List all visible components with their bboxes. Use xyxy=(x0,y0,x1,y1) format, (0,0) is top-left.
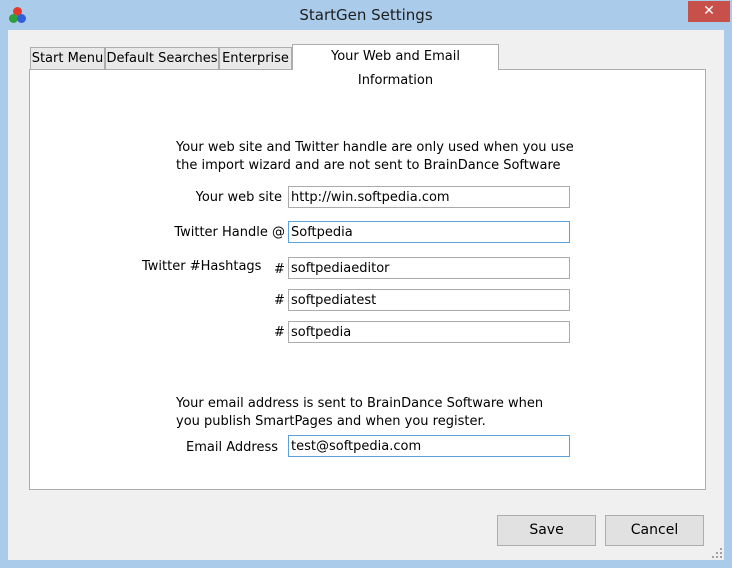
tab-start-menu[interactable]: Start Menu xyxy=(30,47,105,69)
save-button[interactable]: Save xyxy=(497,515,596,546)
window-title: StartGen Settings xyxy=(299,6,433,24)
hashtag-field-1[interactable] xyxy=(288,257,570,279)
web-intro-line-2: the import wizard and are not sent to Br… xyxy=(176,158,561,173)
email-intro-line-1: Your email address is sent to BrainDance… xyxy=(176,396,544,411)
hashtags-label: Twitter #Hashtags xyxy=(142,259,262,274)
resize-grip[interactable] xyxy=(712,548,722,558)
email-field[interactable] xyxy=(288,435,570,457)
close-button[interactable]: ✕ xyxy=(688,1,730,22)
title-bar[interactable]: StartGen Settings ✕ xyxy=(0,0,732,30)
tab-enterprise[interactable]: Enterprise xyxy=(219,47,292,69)
tab-default-searches[interactable]: Default Searches xyxy=(105,47,219,69)
settings-window: StartGen Settings ✕ Start Menu Default S… xyxy=(0,0,732,568)
hash-symbol-1: # xyxy=(274,262,285,277)
hash-symbol-2: # xyxy=(274,293,285,308)
twitter-handle-field[interactable] xyxy=(288,221,570,243)
hash-symbol-3: # xyxy=(274,325,285,340)
hashtag-field-2[interactable] xyxy=(288,289,570,311)
twitter-handle-label: Twitter Handle @ xyxy=(174,225,285,240)
client-area: Start Menu Default Searches Enterprise Y… xyxy=(8,30,724,560)
hashtag-field-3[interactable] xyxy=(288,321,570,343)
tab-panel: Your web site and Twitter handle are onl… xyxy=(29,69,706,490)
tab-web-email-info[interactable]: Your Web and Email Information xyxy=(292,44,499,88)
web-intro-line-1: Your web site and Twitter handle are onl… xyxy=(176,140,574,155)
website-field[interactable] xyxy=(288,186,570,208)
cancel-button[interactable]: Cancel xyxy=(605,515,704,546)
email-label: Email Address xyxy=(186,440,278,455)
website-label: Your web site xyxy=(195,190,282,205)
email-intro-line-2: you publish SmartPages and when you regi… xyxy=(176,414,486,429)
